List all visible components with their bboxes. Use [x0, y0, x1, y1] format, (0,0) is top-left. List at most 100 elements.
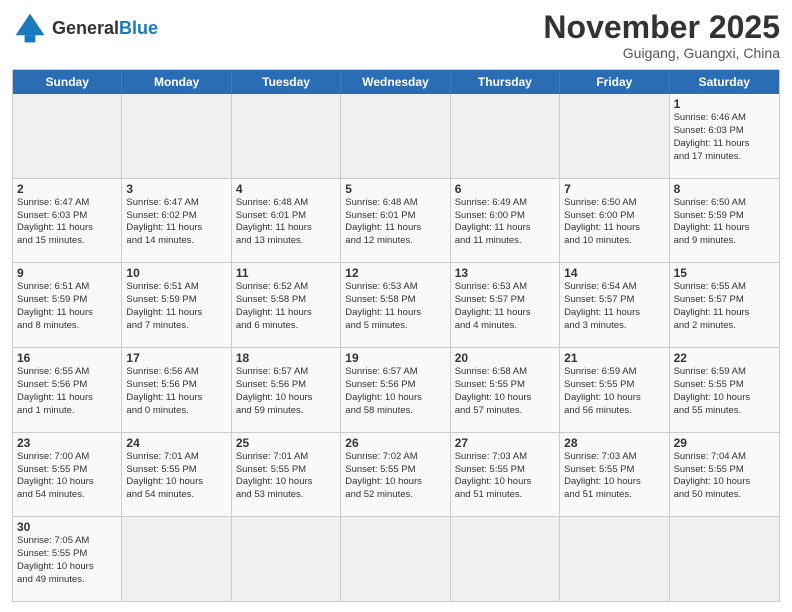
title-block: November 2025 Guigang, Guangxi, China	[543, 10, 780, 61]
day-header-monday: Monday	[122, 70, 231, 94]
day-info: Sunrise: 6:58 AM Sunset: 5:55 PM Dayligh…	[455, 366, 555, 417]
day-header-friday: Friday	[560, 70, 669, 94]
day-cell	[670, 517, 779, 601]
day-info: Sunrise: 7:01 AM Sunset: 5:55 PM Dayligh…	[236, 451, 336, 502]
day-cell: 4Sunrise: 6:48 AM Sunset: 6:01 PM Daylig…	[232, 179, 341, 263]
day-number: 30	[17, 520, 117, 534]
day-cell: 27Sunrise: 7:03 AM Sunset: 5:55 PM Dayli…	[451, 433, 560, 517]
day-number: 9	[17, 266, 117, 280]
day-info: Sunrise: 6:50 AM Sunset: 6:00 PM Dayligh…	[564, 197, 664, 248]
day-info: Sunrise: 7:00 AM Sunset: 5:55 PM Dayligh…	[17, 451, 117, 502]
day-info: Sunrise: 6:51 AM Sunset: 5:59 PM Dayligh…	[17, 281, 117, 332]
day-cell: 2Sunrise: 6:47 AM Sunset: 6:03 PM Daylig…	[13, 179, 122, 263]
calendar: SundayMondayTuesdayWednesdayThursdayFrid…	[12, 69, 780, 602]
day-info: Sunrise: 7:02 AM Sunset: 5:55 PM Dayligh…	[345, 451, 445, 502]
day-number: 21	[564, 351, 664, 365]
day-number: 18	[236, 351, 336, 365]
calendar-body: 1Sunrise: 6:46 AM Sunset: 6:03 PM Daylig…	[13, 94, 779, 601]
week-row-0: 1Sunrise: 6:46 AM Sunset: 6:03 PM Daylig…	[13, 94, 779, 179]
month-title: November 2025	[543, 10, 780, 45]
logo-icon	[12, 10, 48, 46]
day-cell: 14Sunrise: 6:54 AM Sunset: 5:57 PM Dayli…	[560, 263, 669, 347]
day-cell: 15Sunrise: 6:55 AM Sunset: 5:57 PM Dayli…	[670, 263, 779, 347]
day-number: 10	[126, 266, 226, 280]
day-cell: 11Sunrise: 6:52 AM Sunset: 5:58 PM Dayli…	[232, 263, 341, 347]
day-info: Sunrise: 6:55 AM Sunset: 5:57 PM Dayligh…	[674, 281, 775, 332]
day-cell: 29Sunrise: 7:04 AM Sunset: 5:55 PM Dayli…	[670, 433, 779, 517]
day-info: Sunrise: 6:47 AM Sunset: 6:03 PM Dayligh…	[17, 197, 117, 248]
day-number: 28	[564, 436, 664, 450]
day-cell: 20Sunrise: 6:58 AM Sunset: 5:55 PM Dayli…	[451, 348, 560, 432]
day-info: Sunrise: 6:59 AM Sunset: 5:55 PM Dayligh…	[674, 366, 775, 417]
day-cell: 19Sunrise: 6:57 AM Sunset: 5:56 PM Dayli…	[341, 348, 450, 432]
day-cell: 30Sunrise: 7:05 AM Sunset: 5:55 PM Dayli…	[13, 517, 122, 601]
day-cell	[560, 517, 669, 601]
day-header-saturday: Saturday	[670, 70, 779, 94]
day-cell	[122, 94, 231, 178]
day-cell: 16Sunrise: 6:55 AM Sunset: 5:56 PM Dayli…	[13, 348, 122, 432]
day-number: 23	[17, 436, 117, 450]
day-number: 16	[17, 351, 117, 365]
day-number: 26	[345, 436, 445, 450]
day-number: 27	[455, 436, 555, 450]
day-info: Sunrise: 6:49 AM Sunset: 6:00 PM Dayligh…	[455, 197, 555, 248]
day-info: Sunrise: 6:50 AM Sunset: 5:59 PM Dayligh…	[674, 197, 775, 248]
day-header-wednesday: Wednesday	[341, 70, 450, 94]
week-row-5: 30Sunrise: 7:05 AM Sunset: 5:55 PM Dayli…	[13, 517, 779, 601]
day-cell: 26Sunrise: 7:02 AM Sunset: 5:55 PM Dayli…	[341, 433, 450, 517]
day-number: 8	[674, 182, 775, 196]
day-info: Sunrise: 6:47 AM Sunset: 6:02 PM Dayligh…	[126, 197, 226, 248]
day-number: 12	[345, 266, 445, 280]
day-number: 25	[236, 436, 336, 450]
day-info: Sunrise: 6:54 AM Sunset: 5:57 PM Dayligh…	[564, 281, 664, 332]
day-cell	[451, 94, 560, 178]
day-cell	[232, 94, 341, 178]
day-number: 5	[345, 182, 445, 196]
week-row-4: 23Sunrise: 7:00 AM Sunset: 5:55 PM Dayli…	[13, 433, 779, 518]
day-cell: 10Sunrise: 6:51 AM Sunset: 5:59 PM Dayli…	[122, 263, 231, 347]
day-info: Sunrise: 6:46 AM Sunset: 6:03 PM Dayligh…	[674, 112, 775, 163]
day-cell: 28Sunrise: 7:03 AM Sunset: 5:55 PM Dayli…	[560, 433, 669, 517]
day-info: Sunrise: 6:59 AM Sunset: 5:55 PM Dayligh…	[564, 366, 664, 417]
day-info: Sunrise: 6:48 AM Sunset: 6:01 PM Dayligh…	[236, 197, 336, 248]
day-number: 15	[674, 266, 775, 280]
day-number: 14	[564, 266, 664, 280]
day-number: 3	[126, 182, 226, 196]
location: Guigang, Guangxi, China	[543, 45, 780, 61]
day-cell: 8Sunrise: 6:50 AM Sunset: 5:59 PM Daylig…	[670, 179, 779, 263]
day-info: Sunrise: 7:03 AM Sunset: 5:55 PM Dayligh…	[455, 451, 555, 502]
day-cell	[560, 94, 669, 178]
day-number: 6	[455, 182, 555, 196]
day-info: Sunrise: 7:03 AM Sunset: 5:55 PM Dayligh…	[564, 451, 664, 502]
day-cell	[341, 94, 450, 178]
day-number: 13	[455, 266, 555, 280]
day-number: 11	[236, 266, 336, 280]
day-info: Sunrise: 7:05 AM Sunset: 5:55 PM Dayligh…	[17, 535, 117, 586]
day-cell: 22Sunrise: 6:59 AM Sunset: 5:55 PM Dayli…	[670, 348, 779, 432]
week-row-3: 16Sunrise: 6:55 AM Sunset: 5:56 PM Dayli…	[13, 348, 779, 433]
header: GeneralBlue November 2025 Guigang, Guang…	[12, 10, 780, 61]
day-info: Sunrise: 6:53 AM Sunset: 5:57 PM Dayligh…	[455, 281, 555, 332]
day-info: Sunrise: 6:57 AM Sunset: 5:56 PM Dayligh…	[236, 366, 336, 417]
page: GeneralBlue November 2025 Guigang, Guang…	[0, 0, 792, 612]
day-cell: 6Sunrise: 6:49 AM Sunset: 6:00 PM Daylig…	[451, 179, 560, 263]
day-cell: 7Sunrise: 6:50 AM Sunset: 6:00 PM Daylig…	[560, 179, 669, 263]
day-info: Sunrise: 6:52 AM Sunset: 5:58 PM Dayligh…	[236, 281, 336, 332]
day-number: 1	[674, 97, 775, 111]
day-cell: 13Sunrise: 6:53 AM Sunset: 5:57 PM Dayli…	[451, 263, 560, 347]
day-cell: 18Sunrise: 6:57 AM Sunset: 5:56 PM Dayli…	[232, 348, 341, 432]
day-cell: 24Sunrise: 7:01 AM Sunset: 5:55 PM Dayli…	[122, 433, 231, 517]
day-cell: 9Sunrise: 6:51 AM Sunset: 5:59 PM Daylig…	[13, 263, 122, 347]
day-number: 7	[564, 182, 664, 196]
day-info: Sunrise: 6:55 AM Sunset: 5:56 PM Dayligh…	[17, 366, 117, 417]
day-number: 22	[674, 351, 775, 365]
day-cell: 1Sunrise: 6:46 AM Sunset: 6:03 PM Daylig…	[670, 94, 779, 178]
day-cell	[13, 94, 122, 178]
day-number: 2	[17, 182, 117, 196]
day-number: 19	[345, 351, 445, 365]
day-number: 17	[126, 351, 226, 365]
day-cell	[232, 517, 341, 601]
logo: GeneralBlue	[12, 10, 158, 46]
day-number: 24	[126, 436, 226, 450]
day-info: Sunrise: 6:48 AM Sunset: 6:01 PM Dayligh…	[345, 197, 445, 248]
